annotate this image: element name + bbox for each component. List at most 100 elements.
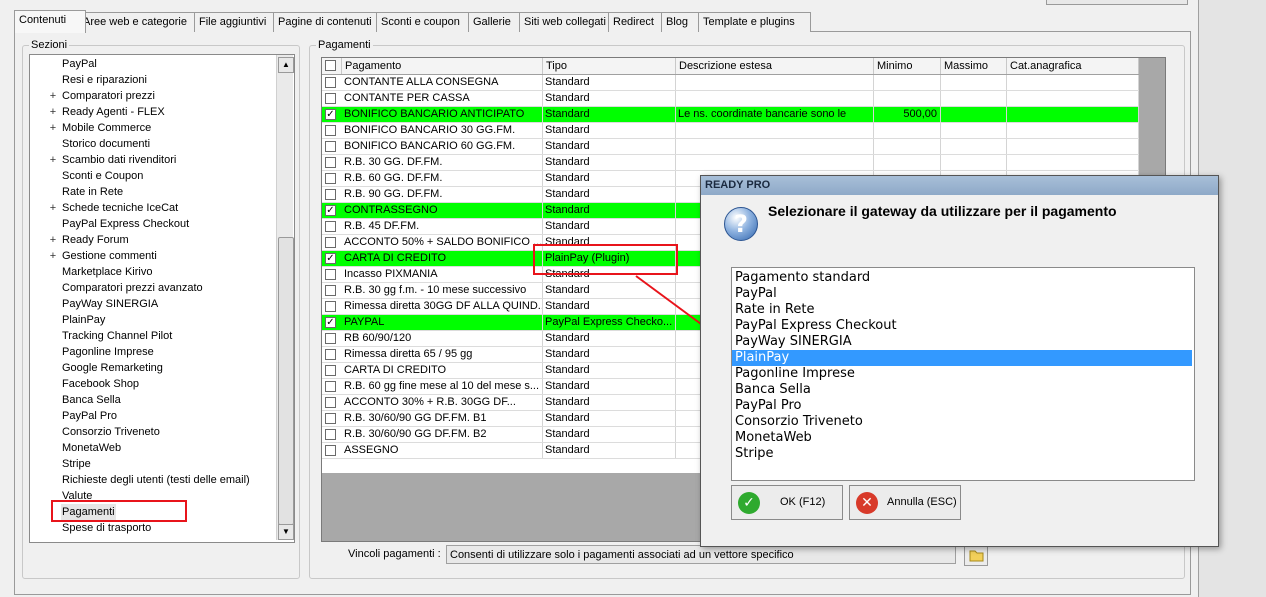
expand-icon[interactable]: + [48, 104, 58, 120]
expand-icon[interactable]: + [48, 152, 58, 168]
table-cell[interactable]: Standard [543, 379, 676, 394]
table-cell[interactable]: R.B. 30/60/90 GG DF.FM. B2 [342, 427, 543, 442]
table-row[interactable]: CONTANTE PER CASSA Standard [322, 91, 1139, 107]
gateway-list[interactable]: Pagamento standard PayPal Rate in Rete PayP… [731, 267, 1195, 481]
row-checkbox[interactable] [325, 269, 336, 280]
expand-icon[interactable]: + [48, 88, 58, 104]
gateway-option[interactable]: MonetaWeb [732, 430, 1192, 446]
table-cell[interactable] [874, 139, 941, 154]
row-checkbox[interactable] [325, 157, 336, 168]
table-cell[interactable] [676, 91, 874, 106]
table-cell[interactable] [1007, 155, 1139, 170]
table-cell[interactable]: Standard [543, 411, 676, 426]
row-checkbox[interactable] [325, 413, 336, 424]
table-cell[interactable] [676, 75, 874, 90]
table-cell[interactable] [874, 155, 941, 170]
table-cell[interactable]: R.B. 45 DF.FM. [342, 219, 543, 234]
table-cell[interactable]: Standard [543, 139, 676, 154]
gateway-option[interactable]: Pagamento standard [732, 270, 1192, 286]
tab-pagine-contenuti[interactable]: Pagine di contenuti [273, 12, 380, 32]
table-cell[interactable]: CONTANTE PER CASSA [342, 91, 543, 106]
col-cat-anagrafica[interactable]: Cat.anagrafica [1007, 58, 1139, 74]
gateway-option[interactable]: PayPal Express Checkout [732, 318, 1192, 334]
table-cell[interactable]: CONTANTE ALLA CONSEGNA [342, 75, 543, 90]
table-cell[interactable]: Standard [543, 171, 676, 186]
table-cell[interactable]: BONIFICO BANCARIO 60 GG.FM. [342, 139, 543, 154]
table-cell[interactable]: R.B. 30 gg f.m. - 10 mese successivo [342, 283, 543, 298]
table-cell[interactable]: ASSEGNO [342, 443, 543, 458]
row-checkbox[interactable] [325, 397, 336, 408]
tab-blog[interactable]: Blog [661, 12, 703, 32]
table-cell[interactable] [874, 123, 941, 138]
table-cell[interactable]: R.B. 90 GG. DF.FM. [342, 187, 543, 202]
table-cell[interactable]: Standard [543, 219, 676, 234]
table-cell[interactable] [941, 75, 1007, 90]
row-checkbox[interactable] [325, 77, 336, 88]
folder-button[interactable] [964, 544, 988, 566]
row-checkbox[interactable] [325, 381, 336, 392]
row-checkbox[interactable] [325, 141, 336, 152]
table-cell[interactable] [1007, 91, 1139, 106]
expand-icon[interactable]: + [48, 232, 58, 248]
table-cell[interactable]: 500,00 [874, 107, 941, 122]
row-checkbox[interactable]: ✓ [325, 317, 336, 328]
gateway-option[interactable]: Banca Sella [732, 382, 1192, 398]
checkbox-icon[interactable] [325, 60, 336, 71]
row-checkbox[interactable]: ✓ [325, 205, 336, 216]
gateway-option[interactable]: Consorzio Triveneto [732, 414, 1192, 430]
table-cell[interactable] [1007, 107, 1139, 122]
table-cell[interactable] [874, 75, 941, 90]
table-cell[interactable]: Standard [543, 91, 676, 106]
table-cell[interactable]: R.B. 60 gg fine mese al 10 del mese s... [342, 379, 543, 394]
gateway-option[interactable]: Pagonline Imprese [732, 366, 1192, 382]
vincoli-field[interactable]: Consenti di utilizzare solo i pagamenti … [446, 545, 956, 564]
table-cell[interactable]: Standard [543, 187, 676, 202]
table-cell[interactable]: Standard [543, 123, 676, 138]
table-cell[interactable]: CARTA DI CREDITO [342, 251, 543, 266]
row-checkbox[interactable] [325, 237, 336, 248]
col-minimo[interactable]: Minimo [874, 58, 941, 74]
row-checkbox[interactable]: ✓ [325, 109, 336, 120]
table-cell[interactable]: Standard [543, 203, 676, 218]
top-button-edge[interactable] [1046, 0, 1188, 5]
table-cell[interactable]: R.B. 30 GG. DF.FM. [342, 155, 543, 170]
row-checkbox[interactable] [325, 445, 336, 456]
table-cell[interactable]: RB 60/90/120 [342, 331, 543, 346]
table-cell[interactable]: ACCONTO 30% + R.B. 30GG DF... [342, 395, 543, 410]
sections-scrollbar[interactable]: ▲ ▼ [276, 55, 294, 540]
expand-icon[interactable]: + [48, 120, 58, 136]
table-row[interactable]: ✓ BONIFICO BANCARIO ANTICIPATO Standard Le … [322, 107, 1139, 123]
table-row[interactable]: BONIFICO BANCARIO 30 GG.FM. Standard [322, 123, 1139, 139]
table-cell[interactable]: R.B. 60 GG. DF.FM. [342, 171, 543, 186]
table-cell[interactable]: CARTA DI CREDITO [342, 363, 543, 378]
scroll-down-icon[interactable]: ▼ [278, 524, 294, 540]
row-checkbox[interactable] [325, 189, 336, 200]
row-checkbox[interactable] [325, 333, 336, 344]
table-cell[interactable]: Rimessa diretta 65 / 95 gg [342, 347, 543, 362]
col-tipo[interactable]: Tipo [543, 58, 676, 74]
row-checkbox[interactable] [325, 285, 336, 296]
row-checkbox[interactable]: ✓ [325, 253, 336, 264]
table-cell[interactable] [941, 91, 1007, 106]
tab-gallerie[interactable]: Gallerie [468, 12, 525, 32]
gateway-option[interactable]: PlainPay [732, 350, 1192, 366]
cancel-button[interactable]: ✕ Annulla (ESC) [849, 485, 961, 520]
scroll-up-icon[interactable]: ▲ [278, 57, 294, 73]
table-cell[interactable] [941, 155, 1007, 170]
table-row[interactable]: BONIFICO BANCARIO 60 GG.FM. Standard [322, 139, 1139, 155]
col-massimo[interactable]: Massimo [941, 58, 1007, 74]
row-checkbox[interactable] [325, 125, 336, 136]
table-cell[interactable]: ACCONTO 50% + SALDO BONIFICO ... [342, 235, 543, 250]
table-cell[interactable] [676, 155, 874, 170]
table-row[interactable]: CONTANTE ALLA CONSEGNA Standard [322, 75, 1139, 91]
scroll-thumb[interactable] [278, 237, 294, 525]
table-cell[interactable]: BONIFICO BANCARIO ANTICIPATO [342, 107, 543, 122]
tab-sconti-coupon[interactable]: Sconti e coupon [376, 12, 472, 32]
row-checkbox[interactable] [325, 349, 336, 360]
gateway-option[interactable]: PayWay SINERGIA [732, 334, 1192, 350]
table-cell[interactable] [941, 123, 1007, 138]
table-cell[interactable]: Standard [543, 443, 676, 458]
col-pagamento[interactable]: Pagamento [342, 58, 543, 74]
table-cell[interactable]: Standard [543, 75, 676, 90]
tab-file-aggiuntivi[interactable]: File aggiuntivi [194, 12, 277, 32]
